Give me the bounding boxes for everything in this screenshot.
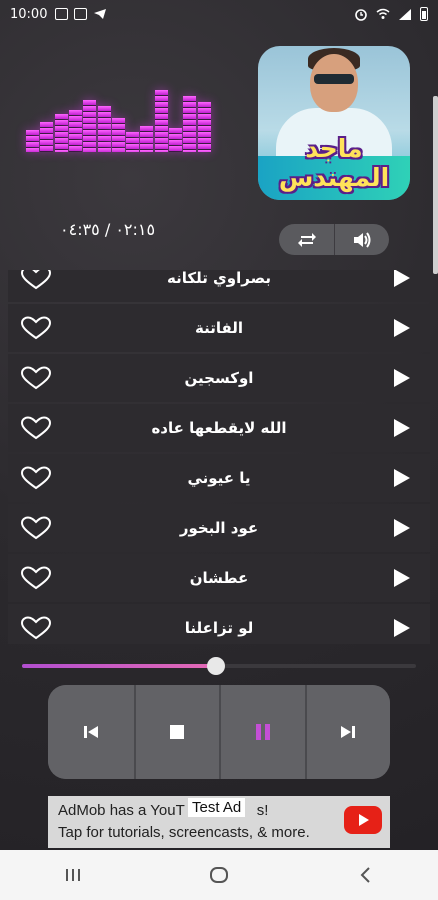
album-art-glasses — [314, 74, 354, 84]
play-track-icon[interactable] — [394, 369, 410, 387]
play-track-icon[interactable] — [394, 270, 410, 287]
seek-bar-thumb[interactable] — [206, 657, 225, 675]
track-title: بصراوي تلكانه — [166, 270, 272, 287]
status-time: 10:00 — [10, 6, 48, 22]
track-title: عطشان — [189, 569, 249, 587]
equalizer-bar — [183, 96, 197, 152]
next-icon — [341, 726, 356, 738]
next-button[interactable] — [304, 685, 390, 779]
page-scrollbar[interactable] — [433, 96, 438, 274]
back-button[interactable] — [335, 850, 395, 900]
navigation-bar — [0, 850, 438, 900]
test-ad-badge: Test Ad — [188, 798, 246, 817]
favorite-heart-icon[interactable] — [20, 416, 52, 440]
repeat-button[interactable] — [279, 224, 334, 255]
track-title: الله لايقطعها عاده — [151, 419, 287, 437]
equalizer-bar — [40, 122, 54, 152]
track-title: لو تزاعلنا — [184, 619, 254, 637]
pause-icon — [255, 724, 270, 740]
repeat-icon — [297, 232, 316, 247]
playlist-track[interactable]: عود البخور — [8, 504, 430, 552]
equalizer-bar — [68, 110, 82, 152]
volume-button[interactable] — [334, 224, 389, 255]
battery-icon — [420, 7, 428, 21]
track-title: يا عيوني — [187, 469, 251, 487]
equalizer-bar — [26, 130, 39, 152]
playlist-track[interactable]: اوكسجين — [8, 354, 430, 402]
album-art-title: ماجد المهندس — [278, 134, 390, 192]
track-title: عود البخور — [179, 519, 259, 537]
equalizer-visualizer — [26, 90, 212, 152]
back-icon — [360, 867, 370, 883]
equalizer-bar — [197, 102, 211, 152]
playlist-track[interactable]: لو تزاعلنا — [8, 604, 430, 644]
wifi-icon — [376, 8, 390, 19]
stop-button[interactable] — [133, 685, 219, 779]
equalizer-bar — [154, 90, 168, 152]
gallery-icon — [55, 8, 69, 20]
play-track-icon[interactable] — [394, 469, 410, 487]
recents-icon — [66, 869, 80, 881]
player-options — [279, 224, 389, 255]
play-track-icon[interactable] — [394, 419, 410, 437]
youtube-icon — [344, 806, 382, 834]
previous-button[interactable] — [48, 685, 134, 779]
stop-icon — [170, 725, 185, 739]
favorite-heart-icon[interactable] — [20, 466, 52, 490]
equalizer-bar — [169, 128, 182, 152]
recents-button[interactable] — [43, 850, 103, 900]
ad-line-2: Tap for tutorials, screencasts, & more. — [58, 824, 310, 841]
play-track-icon[interactable] — [394, 619, 410, 637]
seek-bar[interactable] — [22, 656, 416, 676]
transport-controls — [48, 685, 390, 779]
equalizer-bar — [97, 106, 111, 152]
equalizer-bar — [126, 132, 140, 152]
equalizer-bar — [54, 114, 68, 152]
play-track-icon[interactable] — [394, 519, 410, 537]
play-track-icon[interactable] — [394, 319, 410, 337]
favorite-heart-icon[interactable] — [20, 516, 52, 540]
equalizer-bar — [111, 118, 125, 152]
playlist-track[interactable]: يا عيوني — [8, 454, 430, 502]
favorite-heart-icon[interactable] — [20, 616, 52, 640]
alarm-icon — [355, 9, 367, 21]
play-track-icon[interactable] — [394, 569, 410, 587]
track-title: الفاتنة — [194, 319, 244, 337]
equalizer-bar — [83, 100, 97, 152]
volume-icon — [354, 231, 371, 248]
favorite-heart-icon[interactable] — [20, 566, 52, 590]
time-readout: ٠٢:١٥ / ٠٤:٣٥ — [60, 220, 156, 239]
playlist[interactable]: بصراوي تلكانه الفاتنة اوكسجين الله لايقطعها… — [8, 270, 430, 644]
pause-button[interactable] — [219, 685, 305, 779]
previous-icon — [83, 726, 98, 738]
playlist-track[interactable]: الفاتنة — [8, 304, 430, 352]
album-art: ماجد المهندس — [258, 46, 410, 200]
favorite-heart-icon[interactable] — [20, 366, 52, 390]
track-title: اوكسجين — [184, 369, 254, 387]
photos-icon — [74, 8, 88, 20]
favorite-heart-icon[interactable] — [20, 270, 52, 290]
equalizer-bar — [140, 126, 154, 152]
signal-icon — [399, 8, 411, 20]
favorite-heart-icon[interactable] — [20, 316, 52, 340]
playlist-track[interactable]: عطشان — [8, 554, 430, 602]
playlist-track[interactable]: بصراوي تلكانه — [8, 270, 430, 302]
telegram-icon — [94, 9, 107, 19]
home-button[interactable] — [189, 850, 249, 900]
playlist-track[interactable]: الله لايقطعها عاده — [8, 404, 430, 452]
home-icon — [210, 867, 228, 883]
status-bar: 10:00 — [0, 0, 438, 28]
seek-bar-fill — [22, 664, 216, 668]
ad-banner[interactable]: AdMob has a YouT s! Test Ad Tap for tutor… — [48, 796, 390, 848]
